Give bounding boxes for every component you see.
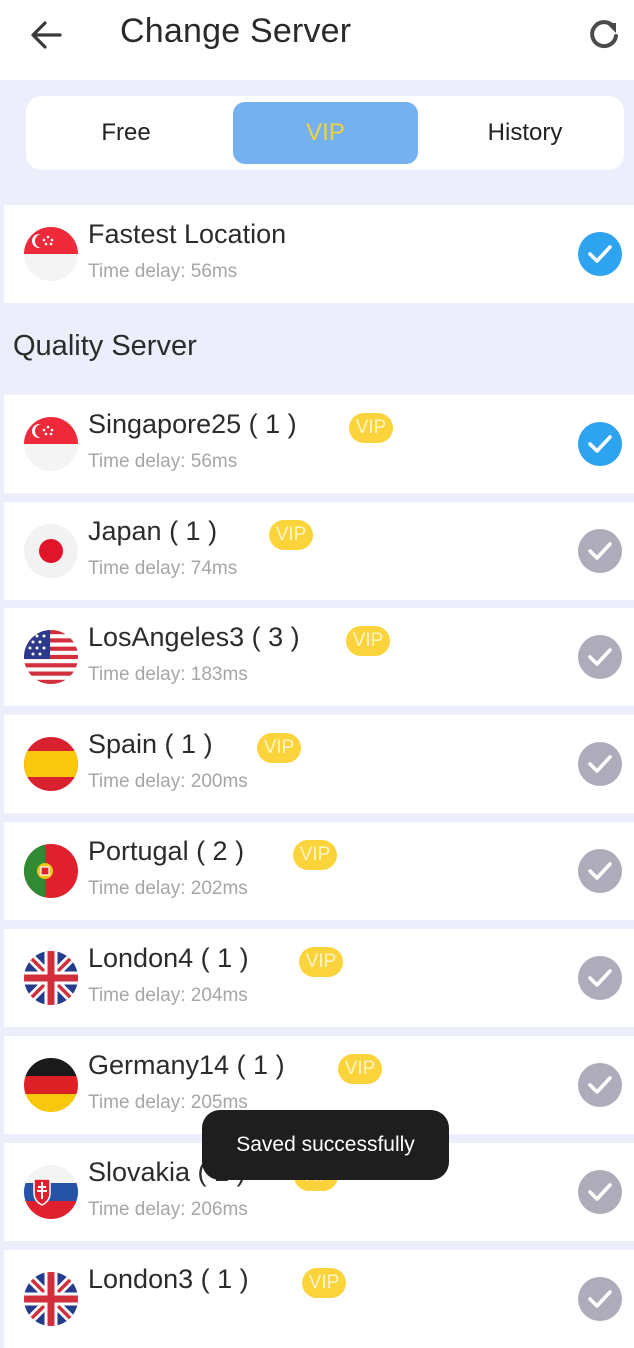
server-name: Japan ( 1 ): [88, 516, 218, 546]
time-delay: Time delay: 200ms: [88, 771, 248, 792]
time-delay: Time delay: 183ms: [88, 664, 248, 685]
tab-free[interactable]: Free: [26, 102, 226, 164]
usa-flag-icon: [24, 630, 78, 684]
time-delay: Time delay: 56ms: [88, 451, 238, 472]
check-circle-icon[interactable]: [578, 742, 622, 786]
refresh-icon: [590, 20, 618, 49]
section-title: Quality Server: [13, 330, 197, 362]
tab-history[interactable]: History: [426, 102, 624, 164]
time-delay: Time delay: 202ms: [88, 878, 248, 899]
vip-badge: VIP: [257, 733, 301, 763]
vip-badge: VIP: [302, 1268, 346, 1298]
portugal-flag-icon: [24, 844, 78, 898]
server-row[interactable]: Spain ( 1 ) VIP Time delay: 200ms: [4, 715, 634, 813]
check-circle-icon[interactable]: [578, 232, 622, 276]
page-title: Change Server: [120, 12, 352, 50]
check-circle-icon[interactable]: [578, 956, 622, 1000]
time-delay: Time delay: 204ms: [88, 985, 248, 1006]
time-delay: Time delay: 74ms: [88, 558, 238, 579]
vip-badge: VIP: [349, 413, 393, 443]
refresh-button[interactable]: [584, 14, 624, 54]
server-name: London4 ( 1 ): [88, 943, 249, 973]
check-circle-icon[interactable]: [578, 529, 622, 573]
singapore-flag-icon: [24, 227, 78, 281]
vip-badge: VIP: [269, 520, 313, 550]
back-button[interactable]: [26, 14, 68, 56]
tab-vip[interactable]: VIP: [233, 102, 418, 164]
uk-flag-icon: [24, 951, 78, 1005]
check-circle-icon[interactable]: [578, 1170, 622, 1214]
server-name: LosAngeles3 ( 3 ): [88, 622, 300, 652]
check-circle-icon[interactable]: [578, 1063, 622, 1107]
slovakia-flag-icon: [24, 1165, 78, 1219]
check-circle-icon[interactable]: [578, 849, 622, 893]
server-type-tabs: Free VIP History: [26, 96, 624, 170]
server-name: Germany14 ( 1 ): [88, 1050, 285, 1080]
singapore-flag-icon: [24, 417, 78, 471]
server-row[interactable]: Portugal ( 2 ) VIP Time delay: 202ms: [4, 822, 634, 920]
vip-badge: VIP: [346, 626, 390, 656]
server-name: Portugal ( 2 ): [88, 836, 245, 866]
germany-flag-icon: [24, 1058, 78, 1112]
vip-badge: VIP: [293, 840, 337, 870]
server-row[interactable]: London4 ( 1 ) VIP Time delay: 204ms: [4, 929, 634, 1027]
check-circle-icon[interactable]: [578, 1277, 622, 1321]
vip-badge: VIP: [338, 1054, 382, 1084]
toast-message: Saved successfully: [202, 1110, 449, 1180]
server-row[interactable]: Japan ( 1 ) VIP Time delay: 74ms: [4, 502, 634, 600]
spain-flag-icon: [24, 737, 78, 791]
server-row[interactable]: Singapore25 ( 1 ) VIP Time delay: 56ms: [4, 395, 634, 493]
server-row[interactable]: LosAngeles3 ( 3 ) VIP Time delay: 183ms: [4, 608, 634, 706]
fastest-location-row[interactable]: Fastest Location Time delay: 56ms: [4, 205, 634, 303]
time-delay: Time delay: 206ms: [88, 1199, 248, 1220]
vip-badge: VIP: [299, 947, 343, 977]
check-circle-icon[interactable]: [578, 635, 622, 679]
japan-flag-icon: [24, 524, 78, 578]
server-name: Singapore25 ( 1 ): [88, 409, 297, 439]
server-name: Spain ( 1 ): [88, 729, 213, 759]
time-delay: Time delay: 56ms: [88, 261, 238, 282]
app-header: Change Server: [0, 0, 634, 80]
uk-flag-icon: [24, 1272, 78, 1326]
server-row[interactable]: London3 ( 1 ) VIP: [4, 1250, 634, 1348]
arrow-left-icon: [31, 21, 62, 49]
server-name: Fastest Location: [88, 219, 287, 249]
check-circle-icon[interactable]: [578, 422, 622, 466]
